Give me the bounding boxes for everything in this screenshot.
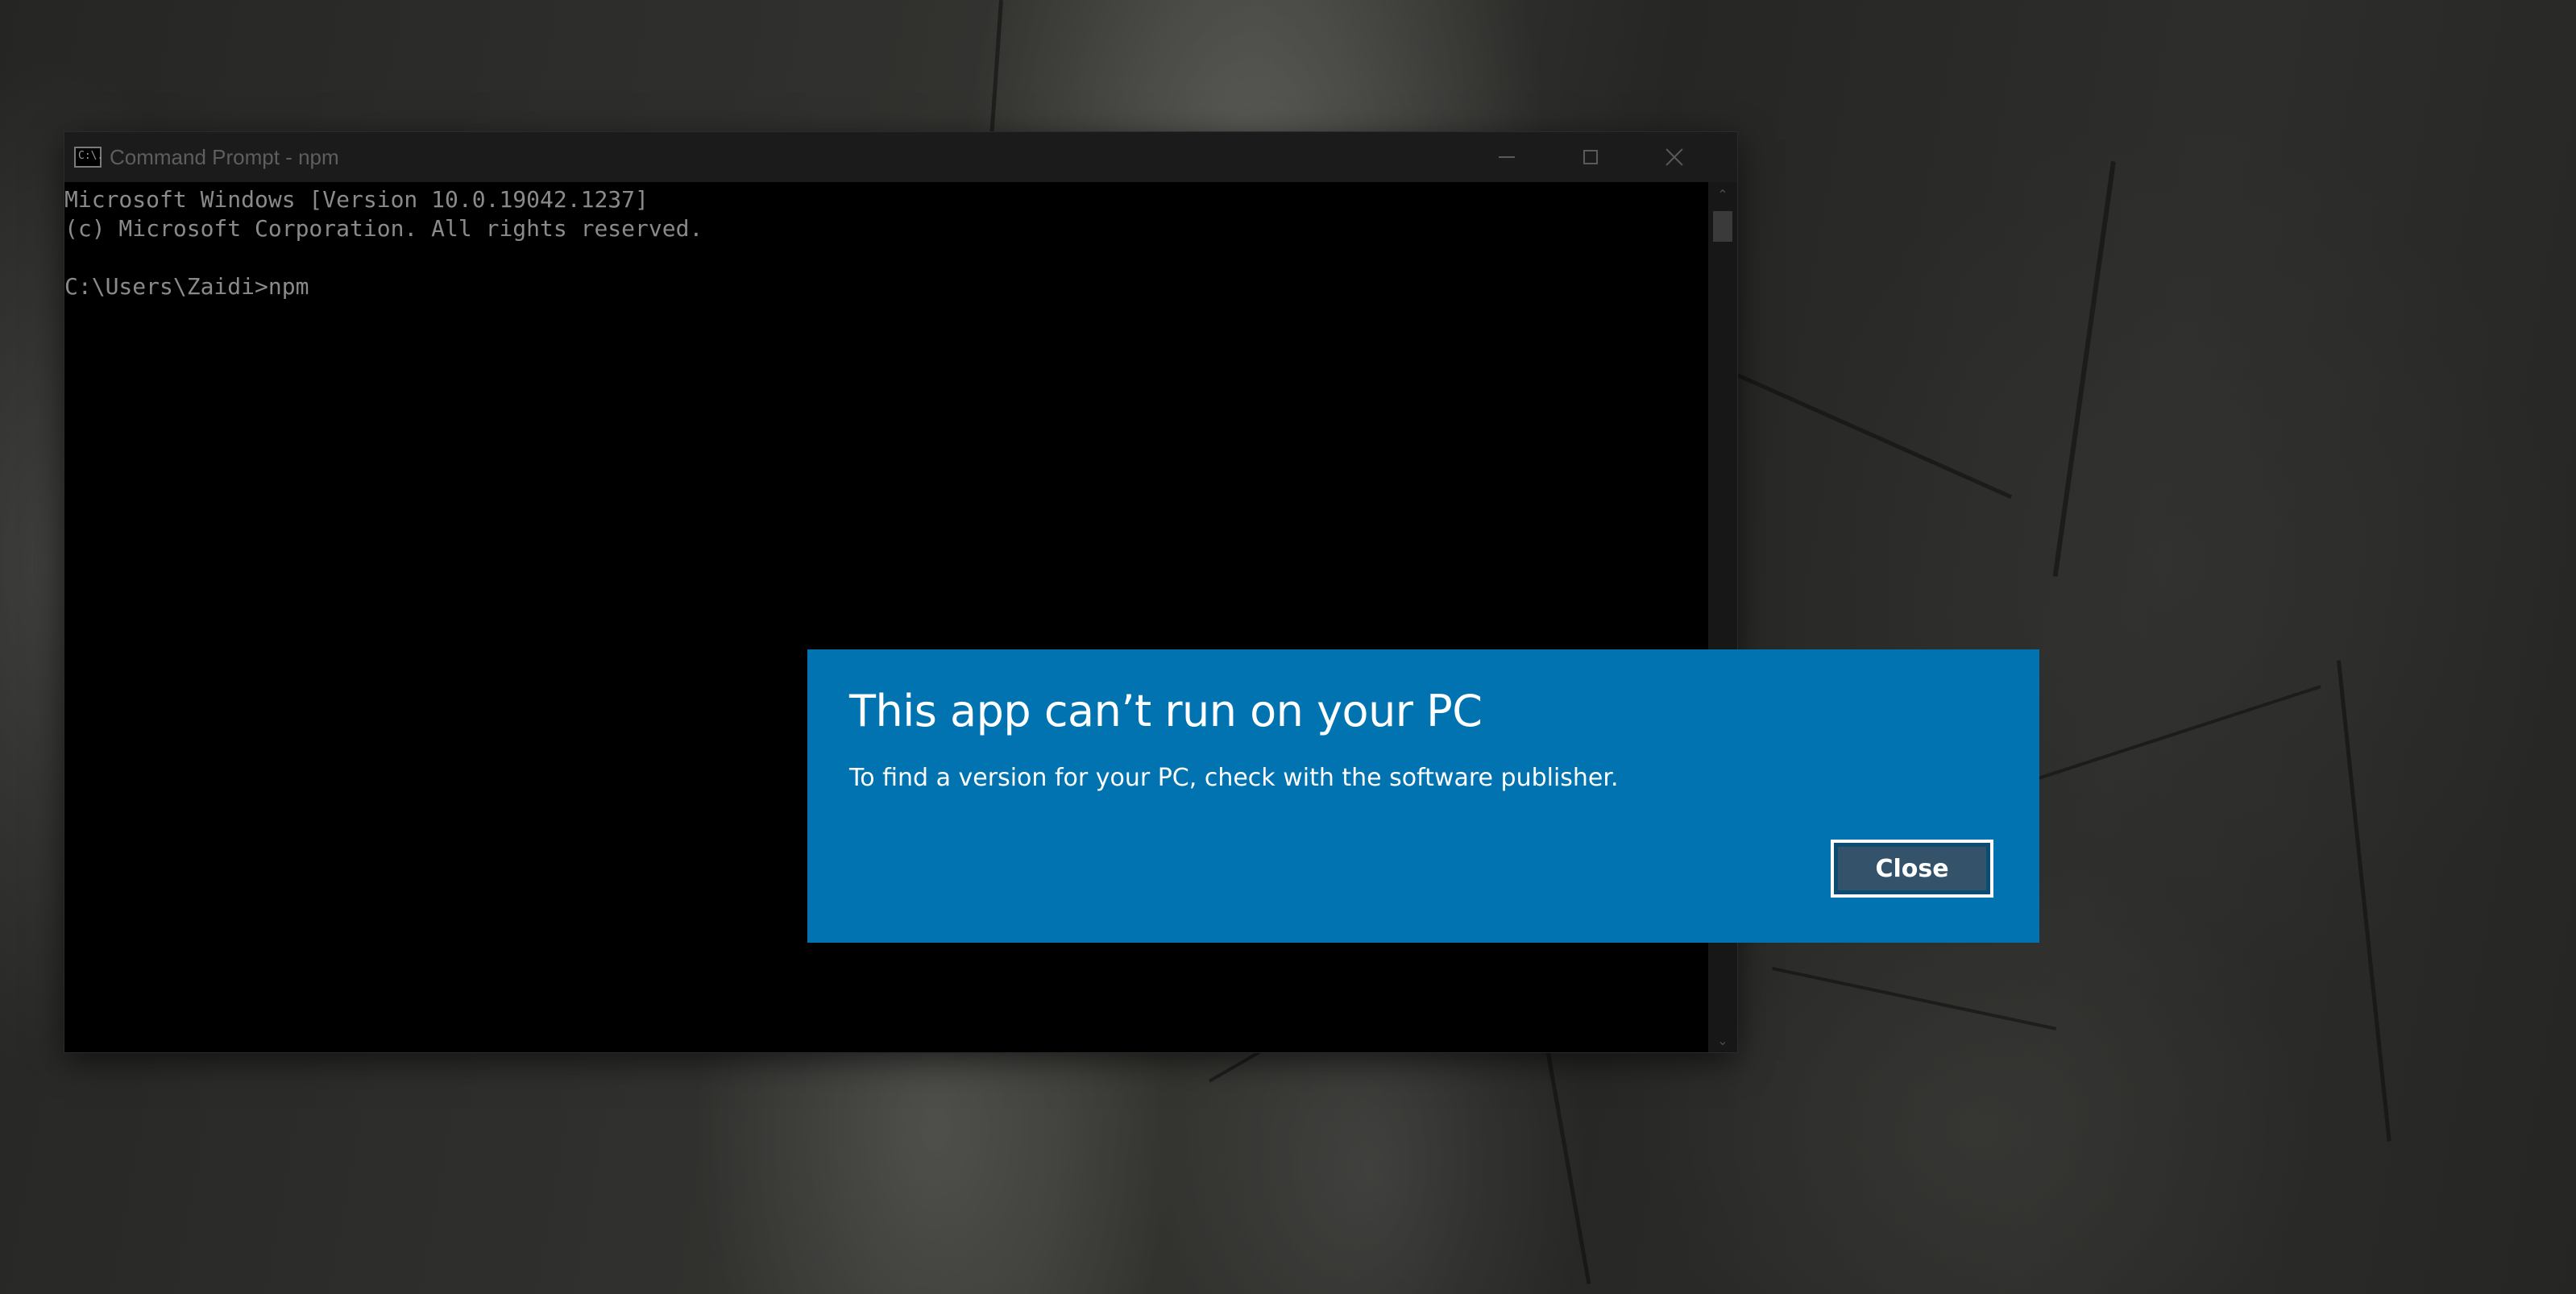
close-button[interactable]: Close <box>1831 840 1993 898</box>
cmd-icon[interactable]: C:\. <box>74 147 104 168</box>
maximize-icon <box>1583 150 1598 164</box>
dialog-message: To find a version for your PC, check wit… <box>849 764 1619 792</box>
close-icon <box>1665 148 1683 166</box>
app-cant-run-dialog: This app can’t run on your PC To find a … <box>807 649 2039 943</box>
maximize-button[interactable] <box>1549 132 1632 182</box>
window-titlebar[interactable]: C:\. Command Prompt - npm <box>64 132 1737 182</box>
close-window-button[interactable] <box>1632 132 1716 182</box>
scroll-up-icon[interactable]: ⌃ <box>1708 182 1737 206</box>
console-line: Microsoft Windows [Version 10.0.19042.12… <box>64 186 649 213</box>
close-button-label: Close <box>1875 854 1949 883</box>
minimize-button[interactable] <box>1465 132 1549 182</box>
console-prompt-line: C:\Users\Zaidi>npm <box>64 273 309 300</box>
dialog-title: This app can’t run on your PC <box>849 686 1483 736</box>
cmd-icon-text: C:\. <box>78 150 104 162</box>
scroll-down-icon[interactable]: ⌄ <box>1708 1028 1737 1052</box>
window-title: Command Prompt - npm <box>110 145 339 169</box>
minimize-icon <box>1499 156 1515 158</box>
scroll-thumb[interactable] <box>1713 211 1732 242</box>
console-line: (c) Microsoft Corporation. All rights re… <box>64 215 703 242</box>
